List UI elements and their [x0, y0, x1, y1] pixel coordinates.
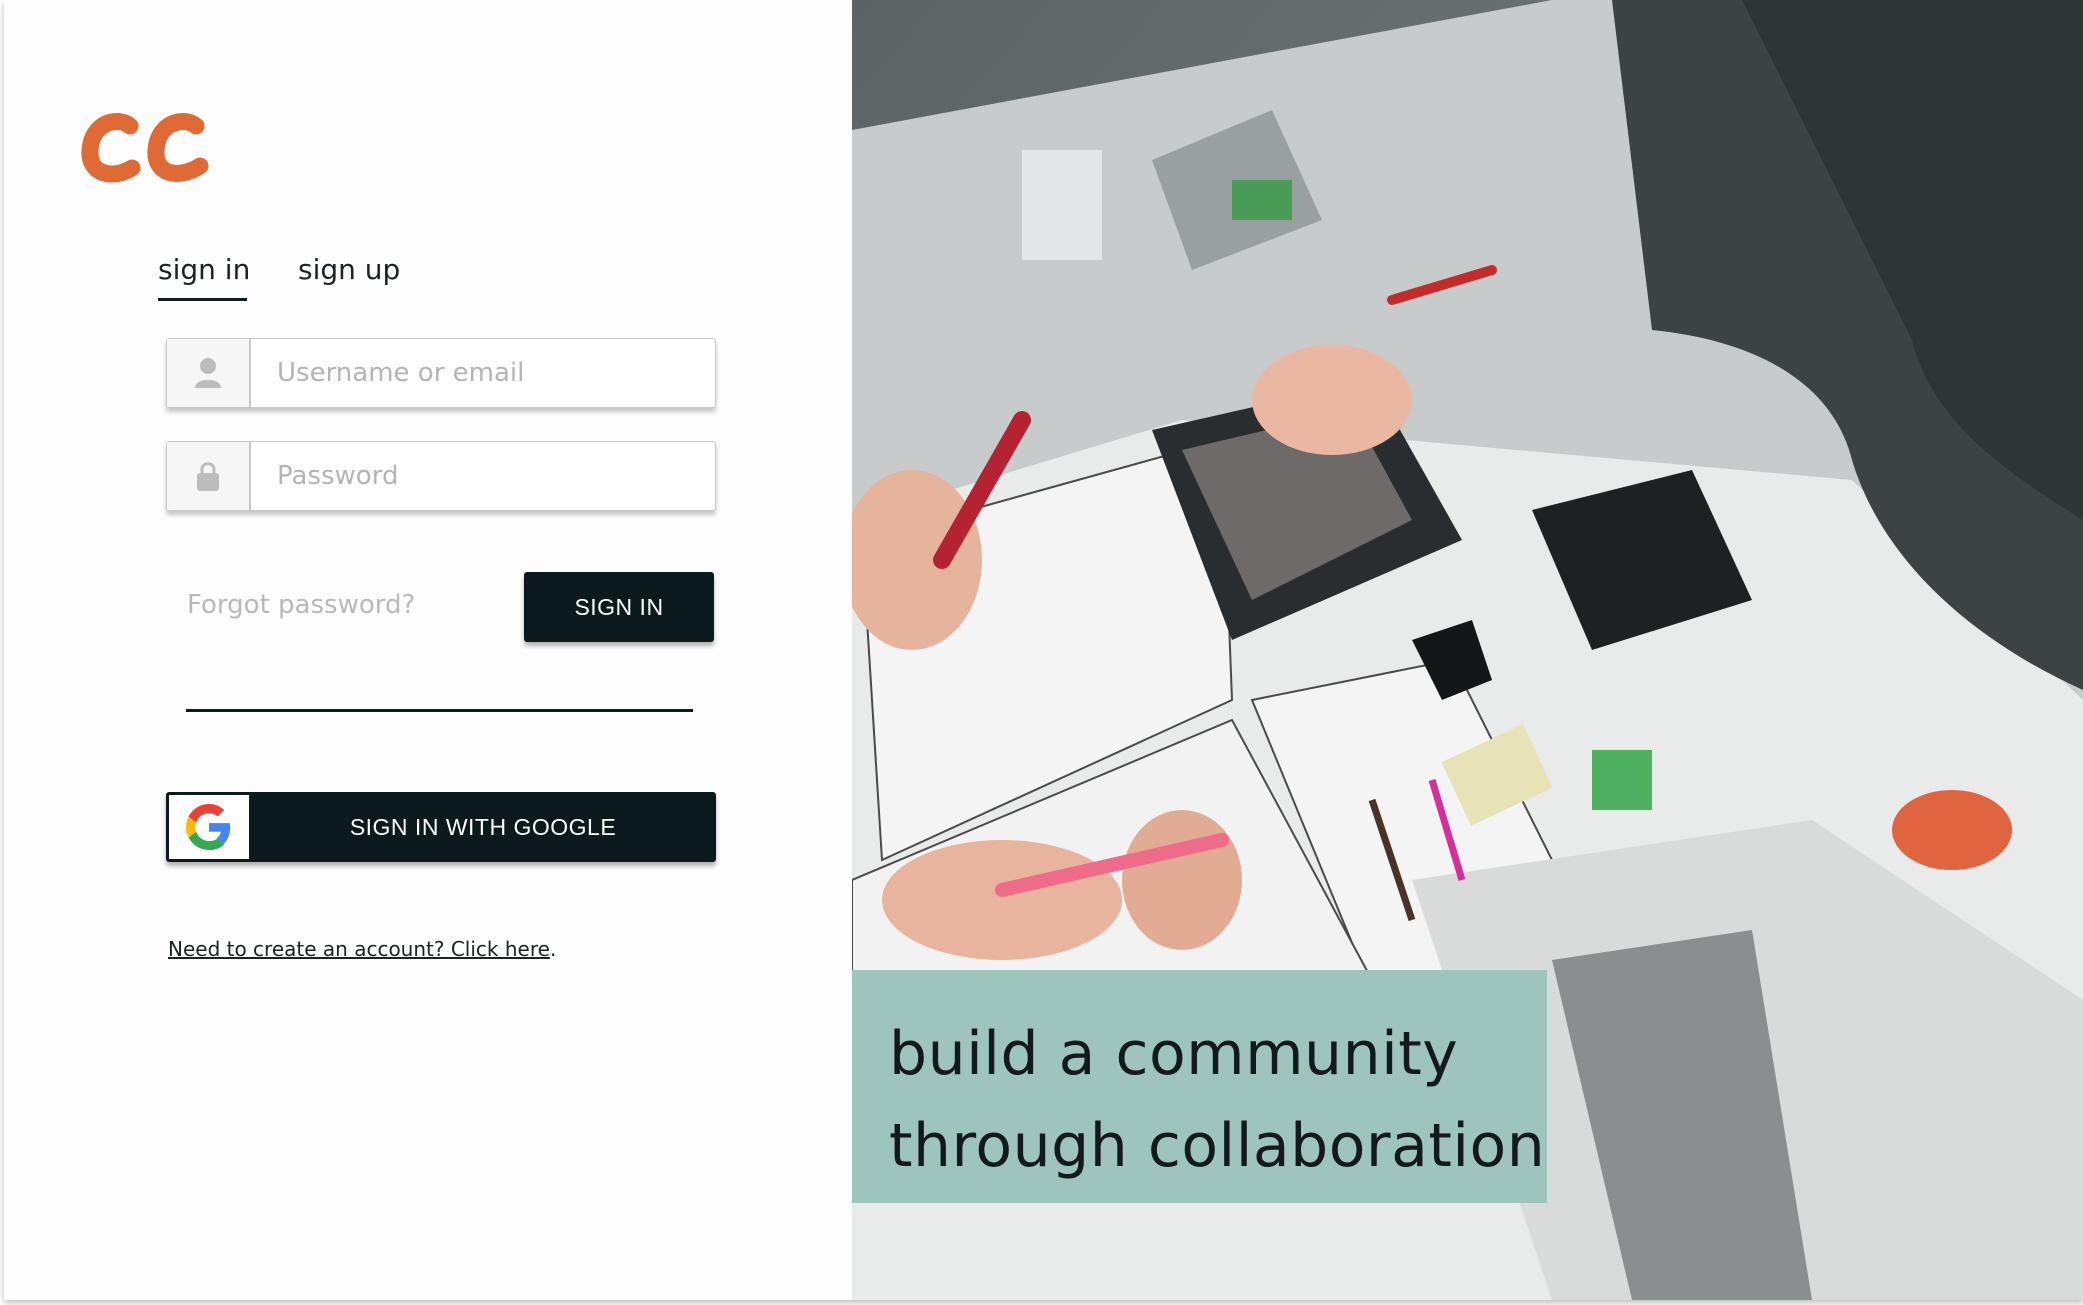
- create-account-link[interactable]: Need to create an account? Click here: [168, 937, 550, 961]
- divider: [186, 709, 693, 712]
- password-field: [166, 441, 716, 511]
- user-icon: [167, 339, 251, 407]
- username-input[interactable]: [251, 339, 715, 407]
- app-window: sign in sign up Forgot password?: [4, 0, 2083, 1300]
- tagline-line-1: build a community: [889, 1019, 1459, 1089]
- tagline-line-2: through collaboration: [889, 1111, 1546, 1181]
- create-account-text: Need to create an account? Click here.: [168, 937, 556, 961]
- cc-logo: [81, 113, 209, 183]
- lock-icon: [167, 442, 251, 510]
- hero-tagline: build a community through collaboration: [852, 970, 1547, 1203]
- hero-panel: build a community through collaboration: [852, 0, 2083, 1300]
- tab-sign-up[interactable]: sign up: [298, 252, 400, 288]
- sign-in-button[interactable]: SIGN IN: [524, 572, 714, 642]
- active-tab-indicator: [158, 298, 247, 301]
- forgot-password-link[interactable]: Forgot password?: [187, 590, 415, 620]
- google-icon: [167, 793, 251, 861]
- login-panel: sign in sign up Forgot password?: [4, 0, 852, 1300]
- google-sign-in-label: SIGN IN WITH GOOGLE: [349, 813, 617, 840]
- create-account-suffix: .: [549, 937, 557, 961]
- google-sign-in-button[interactable]: SIGN IN WITH GOOGLE: [166, 792, 716, 862]
- password-input[interactable]: [251, 442, 715, 510]
- username-field: [166, 338, 716, 408]
- tab-sign-in[interactable]: sign in: [158, 252, 250, 288]
